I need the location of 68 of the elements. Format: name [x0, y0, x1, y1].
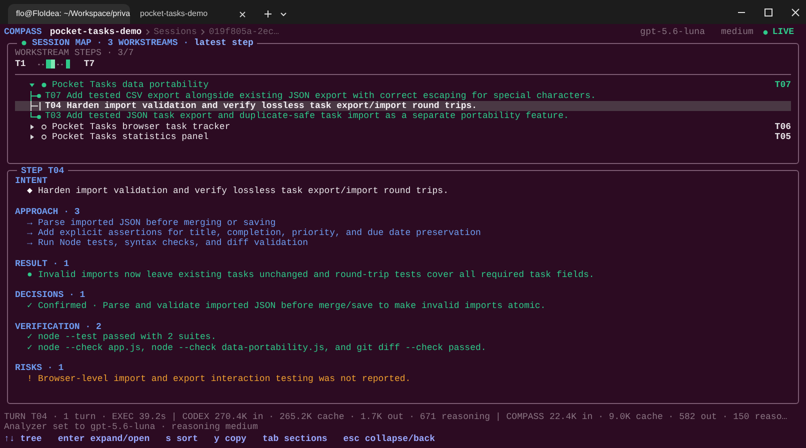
tree-branch-dot-icon: [29, 90, 43, 101]
project-name: pocket-tasks-demo: [50, 26, 142, 38]
bullet-icon: ◆: [27, 186, 38, 197]
tree-branch-dot-icon: [29, 112, 43, 122]
section-item: Invalid imports now leave existing tasks unchanged and round-trip tests cover all required task fields.: [38, 270, 594, 280]
bullet-icon: !: [27, 374, 38, 384]
section-heading: DECISIONS · 1: [15, 290, 86, 301]
bullet-icon: →: [27, 228, 38, 238]
bullet-icon: ✓: [27, 342, 38, 353]
close-icon[interactable]: [791, 8, 800, 17]
usage-stats: TURN T04 · 1 turn · EXEC 39.2s | CODEX 270.4K in · 265.2K cache · 1.7K out · 671 reasoning | COMPASS 22.4K in · 9.0K cache · 582 out · 150 reaso…: [4, 412, 788, 422]
workstream-title[interactable]: Pocket Tasks data portability: [52, 80, 209, 91]
bullet-icon: ✓: [27, 300, 38, 312]
panel-title: SESSION MAP · 3 WORKSTREAMS ·: [32, 38, 190, 48]
bullet-icon: ●: [27, 270, 38, 280]
key-hint: s sort: [166, 434, 198, 444]
key-hint: esc collapse/back: [343, 434, 436, 444]
section-heading: VERIFICATION · 2: [15, 322, 102, 332]
key-hint: tab sections: [262, 434, 328, 444]
key-hint: y copy: [214, 434, 246, 444]
view-mode-label[interactable]: latest step: [194, 38, 254, 48]
workstream-step-id: T06: [774, 122, 791, 132]
status-message: Analyzer set to gpt-5.6-luna · reasoning medium: [4, 422, 259, 433]
section-item: node --check app.js, node --check data-portability.js, and git diff --check passed.: [38, 342, 486, 353]
model-name: gpt-5.6-luna: [640, 26, 705, 38]
chevron-right-icon: [200, 29, 205, 35]
bullet-icon: ✓: [27, 332, 38, 342]
selected-tree-row[interactable]: T04 Harden import validation and verify lossless task export/import round trips.: [15, 101, 791, 112]
status-dot-icon: [21, 40, 27, 46]
caret-down-icon[interactable]: [29, 82, 35, 88]
step-start-label: T1: [15, 58, 26, 70]
terminal-tab[interactable]: flo@FloIdea: ~/Workspace/priva: [8, 4, 130, 24]
section-item: Harden import validation and verify lossless task export/import round trips.: [38, 186, 448, 197]
section-item: node --test passed with 2 suites.: [38, 332, 216, 342]
section-item: Run Node tests, syntax checks, and diff validation: [38, 238, 308, 249]
workstream-step-id: T05: [774, 132, 791, 143]
section-heading: INTENT: [15, 176, 48, 186]
bullet-icon: →: [27, 218, 38, 228]
section-heading: APPROACH · 3: [15, 207, 81, 218]
section-heading: RESULT · 1: [15, 259, 70, 270]
live-status: LIVE: [772, 26, 794, 38]
key-hint: ↑↓ tree: [4, 434, 42, 444]
plus-icon[interactable]: [264, 10, 272, 18]
workstream-step-id: T07: [774, 80, 791, 91]
key-hint: enter expand/open: [58, 434, 150, 444]
workstream-title[interactable]: Pocket Tasks browser task tracker: [52, 122, 230, 132]
chevron-right-icon: [146, 29, 150, 35]
section-item: Confirmed · Parse and validate imported JSON before merge/save to make invalid imports atomic.: [38, 300, 546, 312]
caret-right-icon[interactable]: [29, 134, 35, 140]
effort-label: medium: [720, 26, 754, 38]
section-item: Parse imported JSON before merging or saving: [38, 218, 276, 228]
workstream-title[interactable]: Pocket Tasks statistics panel: [52, 132, 209, 143]
close-icon[interactable]: [239, 10, 246, 18]
tree-row[interactable]: T03 Add tested JSON task export and duplicate-safe task import as a separate portability feature.: [15, 111, 791, 122]
caret-right-icon[interactable]: [29, 124, 35, 130]
section-item: Browser-level import and export interaction testing was not reported.: [38, 374, 411, 384]
chevron-down-icon[interactable]: [280, 12, 287, 17]
section-item: Add explicit assertions for title, completion, priority, and due date preservation: [38, 228, 481, 238]
live-dot-icon: [763, 30, 768, 34]
tree-row[interactable]: T07 Add tested CSV export alongside existing JSON export with correct escaping for special characters.: [15, 90, 791, 102]
panel-title: STEP T04: [20, 166, 66, 176]
tree-branch-bar-icon: [29, 101, 43, 112]
app-name: COMPASS: [4, 26, 42, 38]
section-heading: RISKS · 1: [15, 363, 65, 374]
maximize-icon[interactable]: [764, 8, 773, 17]
steps-label: WORKSTREAM STEPS · 3/7: [15, 48, 135, 59]
step-end-label: T7: [84, 58, 95, 70]
bullet-icon: →: [27, 238, 38, 249]
